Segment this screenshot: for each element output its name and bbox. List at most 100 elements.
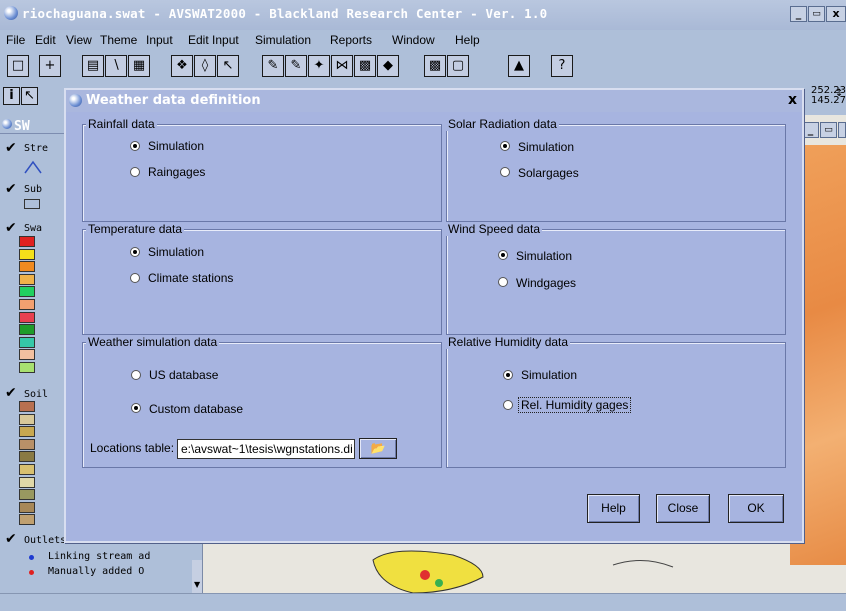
us-database-label[interactable]: US database — [149, 368, 218, 382]
help-button[interactable]: Help — [587, 494, 640, 523]
solar-simulation-label[interactable]: Simulation — [518, 140, 574, 154]
menu-view[interactable]: View — [66, 33, 92, 47]
dialog-title-bar: Weather data definition x — [66, 90, 802, 112]
custom-database-radio[interactable] — [131, 403, 141, 413]
theme-properties-icon[interactable]: ▤ — [82, 55, 104, 77]
theme-label[interactable]: Sub — [24, 184, 42, 195]
theme-visible-check-icon[interactable]: ✔ — [5, 385, 17, 401]
menu-edit-input[interactable]: Edit Input — [188, 33, 239, 47]
ok-button[interactable]: OK — [728, 494, 784, 523]
theme-label[interactable]: Soil — [24, 389, 48, 400]
edit-tool-4-icon[interactable]: ⋈ — [331, 55, 353, 77]
legend-swatch — [19, 464, 35, 475]
locations-table-input[interactable]: e:\avswat~1\tesis\wgnstations.di — [177, 439, 355, 459]
edit-tool-2-icon[interactable]: ✎ — [285, 55, 307, 77]
dialog-close-button[interactable]: x — [788, 92, 802, 108]
add-theme-icon[interactable]: + — [39, 55, 61, 77]
temperature-simulation-label[interactable]: Simulation — [148, 245, 204, 259]
solar-group — [446, 124, 786, 222]
locations-table-label: Locations table: — [90, 441, 175, 455]
app-title-bar: riochaguana.swat - AVSWAT2000 - Blacklan… — [0, 0, 846, 31]
humidity-gages-radio[interactable] — [503, 400, 513, 410]
table-icon[interactable]: ▦ — [128, 55, 150, 77]
edit-tool-1-icon[interactable]: ✎ — [262, 55, 284, 77]
layer-icon[interactable]: ▲ — [508, 55, 530, 77]
theme-visible-check-icon[interactable]: ✔ — [5, 140, 17, 156]
close-button[interactable]: Close — [656, 494, 710, 523]
theme-visible-check-icon[interactable]: ✔ — [5, 181, 17, 197]
wind-simulation-radio[interactable] — [498, 250, 508, 260]
help-cursor-icon[interactable]: ? — [551, 55, 573, 77]
zoom-previous-icon[interactable]: ◆ — [377, 55, 399, 77]
solar-simulation-radio[interactable] — [500, 141, 510, 151]
legend-swatch — [19, 299, 35, 310]
close-app-button[interactable]: x — [826, 6, 846, 22]
wind-windgages-radio[interactable] — [498, 277, 508, 287]
theme-label[interactable]: Outlets — [24, 535, 66, 546]
rainfall-group-label: Rainfall data — [86, 117, 157, 131]
menu-window[interactable]: Window — [392, 33, 435, 47]
humidity-simulation-label[interactable]: Simulation — [521, 368, 577, 382]
scroll-down-icon[interactable]: ▼ — [194, 580, 200, 589]
save-icon[interactable]: □ — [7, 55, 29, 77]
maximize-button[interactable]: ▭ — [808, 6, 825, 22]
wind-simulation-label[interactable]: Simulation — [516, 249, 572, 263]
menu-help[interactable]: Help — [455, 33, 480, 47]
menu-theme[interactable]: Theme — [100, 33, 137, 47]
temperature-climate-label[interactable]: Climate stations — [148, 271, 233, 285]
humidity-simulation-radio[interactable] — [503, 370, 513, 380]
map-close-button[interactable] — [838, 122, 846, 138]
temperature-simulation-radio[interactable] — [130, 247, 140, 257]
map-window-buttons: _ ▭ — [802, 120, 846, 140]
pointer-icon[interactable]: ↖ — [21, 87, 38, 105]
legend-title: SW — [14, 119, 30, 134]
legend-swatch — [19, 401, 35, 412]
theme-visible-check-icon[interactable]: ✔ — [5, 220, 17, 236]
menu-edit[interactable]: Edit — [35, 33, 56, 47]
humidity-group-label: Relative Humidity data — [446, 335, 571, 349]
outlet-item: Linking stream ad — [48, 551, 151, 562]
menu-reports[interactable]: Reports — [330, 33, 372, 47]
browse-folder-button[interactable]: 📂 — [359, 438, 397, 459]
temperature-climate-radio[interactable] — [130, 273, 140, 283]
edit-legend-icon[interactable]: ∖ — [105, 55, 127, 77]
theme-label[interactable]: Stre — [24, 143, 48, 154]
legend-swatch — [19, 324, 35, 336]
rainfall-simulation-label[interactable]: Simulation — [148, 139, 204, 153]
wind-windgages-label[interactable]: Windgages — [516, 276, 576, 290]
legend-swatch — [19, 311, 35, 323]
solar-solargages-radio[interactable] — [500, 167, 510, 177]
identify-icon[interactable]: i — [3, 87, 20, 105]
layout-icon[interactable]: ▢ — [447, 55, 469, 77]
menu-file[interactable]: File — [6, 33, 25, 47]
query-icon[interactable]: ◊ — [194, 55, 216, 77]
custom-database-label[interactable]: Custom database — [149, 402, 243, 416]
open-folder-icon: 📂 — [370, 441, 386, 455]
rainfall-raingages-radio[interactable] — [130, 167, 140, 177]
zoom-extent-icon[interactable]: ▩ — [354, 55, 376, 77]
menu-input[interactable]: Input — [146, 33, 173, 47]
menu-simulation[interactable]: Simulation — [255, 33, 311, 47]
grid-icon[interactable]: ▩ — [424, 55, 446, 77]
theme-visible-check-icon[interactable]: ✔ — [5, 531, 17, 547]
outlet-red-icon — [29, 570, 34, 575]
menubar: File Edit View Theme Input Edit Input Si… — [0, 30, 846, 50]
map-restore-button[interactable]: ▭ — [820, 122, 837, 138]
legend-swatch — [19, 514, 35, 526]
rainfall-simulation-radio[interactable] — [130, 141, 140, 151]
theme-label[interactable]: Swa — [24, 223, 42, 234]
locate-icon[interactable]: ↖ — [217, 55, 239, 77]
rainfall-raingages-label[interactable]: Raingages — [148, 165, 205, 179]
us-database-radio[interactable] — [131, 370, 141, 380]
minimize-button[interactable]: _ — [790, 6, 807, 22]
find-icon[interactable]: ❖ — [171, 55, 193, 77]
edit-tool-3-icon[interactable]: ✦ — [308, 55, 330, 77]
map-feature — [435, 579, 443, 587]
coordinate-readout: 252.23 145.27 — [811, 86, 846, 106]
humidity-gages-label[interactable]: Rel. Humidity gages — [518, 397, 632, 413]
legend-swatch — [19, 426, 35, 438]
solar-solargages-label[interactable]: Solargages — [518, 166, 579, 180]
map-minimize-button[interactable]: _ — [802, 122, 819, 138]
solar-group-label: Solar Radiation data — [446, 117, 559, 131]
legend-swatch — [19, 349, 35, 361]
